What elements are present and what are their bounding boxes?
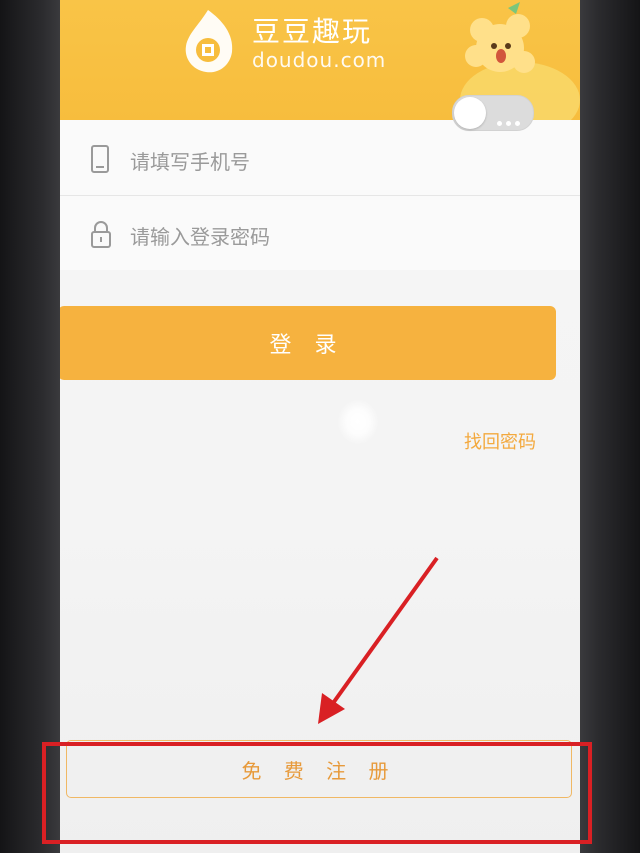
password-visibility-toggle[interactable] bbox=[452, 95, 534, 131]
phone-icon bbox=[91, 145, 109, 173]
device-bezel-left bbox=[0, 0, 60, 853]
brand-name: 豆豆趣玩 bbox=[252, 15, 373, 48]
forgot-password-link[interactable]: 找回密码 bbox=[464, 428, 536, 454]
phone-field[interactable]: 请填写手机号 bbox=[60, 120, 580, 196]
login-button[interactable]: 登 录 bbox=[60, 306, 556, 380]
light-glare bbox=[338, 400, 378, 444]
highlight-box bbox=[42, 742, 592, 844]
phone-placeholder: 请填写手机号 bbox=[130, 150, 250, 174]
brand-domain: doudou.com bbox=[252, 48, 387, 72]
password-placeholder: 请输入登录密码 bbox=[130, 225, 270, 249]
login-form: 请填写手机号 请输入登录密码 bbox=[60, 120, 580, 270]
logo-icon bbox=[185, 10, 233, 73]
password-field[interactable]: 请输入登录密码 bbox=[60, 195, 580, 270]
toggle-knob bbox=[454, 97, 486, 129]
hidden-dots-icon bbox=[497, 111, 525, 126]
app-screen: 豆豆趣玩 doudou.com 请填写手机号 请输入登录密码 登 录 找回密码 … bbox=[60, 0, 580, 853]
device-bezel-right bbox=[580, 0, 640, 853]
lock-icon bbox=[91, 221, 111, 248]
